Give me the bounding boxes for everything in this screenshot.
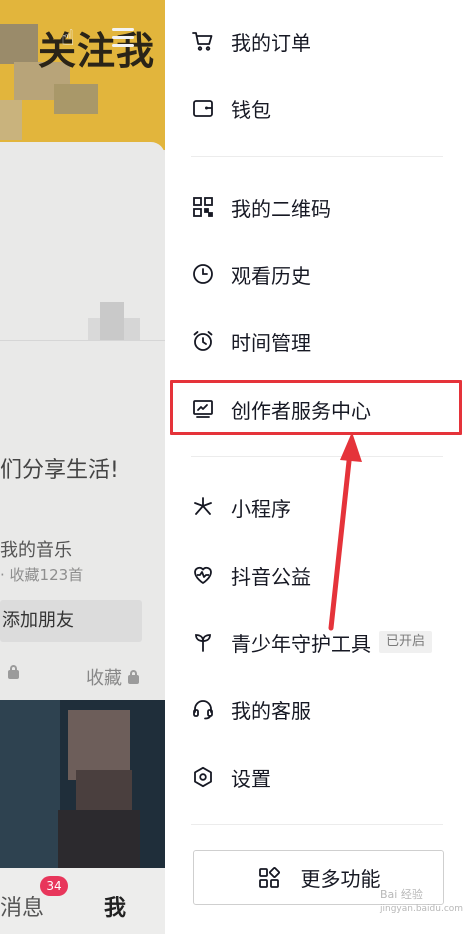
- nav-me[interactable]: 我: [104, 890, 126, 922]
- blurred-block: [88, 318, 100, 340]
- profile-page-background: 关注我 ☝ 们分享生活! 我的音乐 · 收藏123首 添加朋友 收藏 消息 34…: [0, 0, 165, 934]
- profile-bio: 们分享生活!: [0, 458, 119, 483]
- tab-favorites[interactable]: 收藏: [86, 664, 139, 690]
- nav-messages[interactable]: 消息: [0, 890, 44, 922]
- profile-banner: 关注我 ☝: [0, 0, 165, 150]
- watermark-subtext: jingyan.baidu.com: [380, 904, 464, 914]
- divider: [191, 456, 443, 457]
- more-features-label: 更多功能: [300, 867, 381, 891]
- hand-gesture-icon[interactable]: ☝: [56, 27, 80, 51]
- menu-item-label: 抖音公益: [231, 564, 311, 589]
- menu-item-label: 观看历史: [231, 263, 311, 288]
- headset-icon: [191, 697, 215, 721]
- blurred-block: [58, 810, 140, 868]
- menu-item-label: 我的二维码: [231, 196, 331, 221]
- unread-badge: 34: [40, 876, 68, 896]
- tab-favorites-label: 收藏: [86, 668, 122, 689]
- menu-item-watch-history[interactable]: 观看历史: [191, 254, 311, 294]
- hexagon-gear-icon: [191, 765, 215, 789]
- bottom-nav: 消息 34 我: [0, 868, 165, 934]
- lock-icon: [128, 669, 139, 684]
- menu-item-label: 时间管理: [231, 330, 311, 355]
- blurred-block: [0, 700, 60, 868]
- divider: [0, 340, 165, 341]
- menu-item-creator-center[interactable]: 创作者服务中心: [191, 389, 371, 429]
- menu-item-label: 我的订单: [231, 30, 311, 55]
- grid-apps-icon: [257, 866, 281, 890]
- menu-item-label: 设置: [231, 766, 271, 791]
- side-drawer: 我的订单 钱包 我的二维码 观看历史 时间管理 创作者服务中心 小程序 抖音公益…: [165, 0, 466, 934]
- watermark: Bai 经验 jingyan.baidu.com: [380, 888, 463, 916]
- add-friend-button[interactable]: 添加朋友: [0, 600, 142, 642]
- hamburger-menu-icon[interactable]: [112, 28, 134, 48]
- menu-item-mini-programs[interactable]: 小程序: [191, 487, 291, 527]
- alarm-clock-icon: [191, 329, 215, 353]
- menu-item-settings[interactable]: 设置: [191, 757, 271, 797]
- blurred-block: [100, 302, 124, 340]
- qr-code-icon: [191, 195, 215, 219]
- menu-item-youth-protection[interactable]: 青少年守护工具 已开启: [191, 622, 433, 662]
- music-title[interactable]: 我的音乐: [0, 536, 72, 562]
- divider: [191, 824, 443, 825]
- blurred-avatar-block: [54, 84, 98, 114]
- menu-item-time-management[interactable]: 时间管理: [191, 321, 311, 361]
- menu-item-label: 青少年守护工具: [231, 631, 371, 656]
- menu-item-label: 创作者服务中心: [231, 398, 371, 423]
- status-badge: 已开启: [379, 631, 433, 653]
- cart-icon: [191, 29, 215, 53]
- wallet-icon: [191, 96, 215, 120]
- heart-pulse-icon: [191, 563, 215, 587]
- menu-item-label: 钱包: [231, 97, 271, 122]
- music-subtitle: · 收藏123首: [0, 566, 84, 584]
- divider: [191, 156, 443, 157]
- clock-icon: [191, 262, 215, 286]
- menu-item-label: 我的客服: [231, 698, 311, 723]
- asterisk-icon: [191, 495, 215, 519]
- menu-item-wallet[interactable]: 钱包: [191, 88, 271, 128]
- blurred-avatar-block: [0, 24, 38, 64]
- sprout-icon: [191, 630, 215, 654]
- blurred-block: [124, 318, 140, 340]
- chart-monitor-icon: [191, 397, 215, 421]
- screen: 关注我 ☝ 们分享生活! 我的音乐 · 收藏123首 添加朋友 收藏 消息 34…: [0, 0, 466, 934]
- menu-item-qr-code[interactable]: 我的二维码: [191, 187, 331, 227]
- menu-item-label: 小程序: [231, 496, 291, 521]
- watermark-text: Bai 经验: [380, 888, 423, 901]
- menu-item-customer-service[interactable]: 我的客服: [191, 689, 311, 729]
- blurred-avatar-block: [0, 100, 22, 140]
- lock-icon: [8, 665, 19, 679]
- video-thumbnail[interactable]: [0, 700, 165, 868]
- menu-item-charity[interactable]: 抖音公益: [191, 555, 311, 595]
- menu-item-orders[interactable]: 我的订单: [191, 21, 311, 61]
